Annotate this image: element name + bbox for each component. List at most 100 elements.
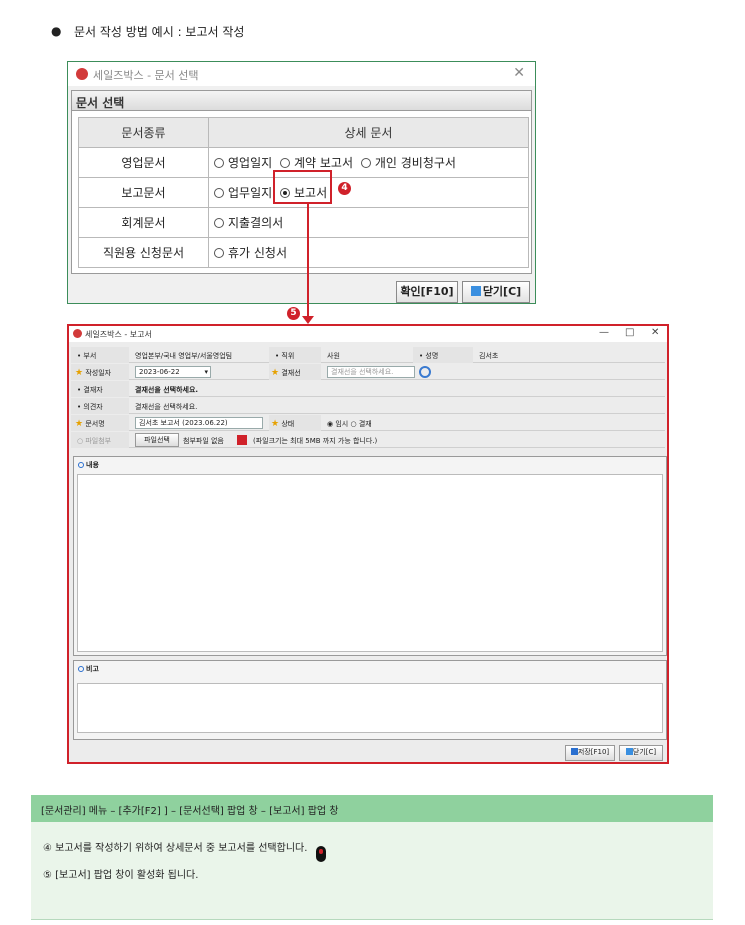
form-row-dept: • 부서 영업본부/국내 영업부/서울영업팀 • 직위 사원 • 성명 김서초: [71, 347, 665, 363]
arrow-down-icon: [302, 316, 314, 324]
star-icon: ★: [271, 419, 280, 429]
maximize-icon[interactable]: □: [625, 327, 634, 338]
confirm-button[interactable]: 확인[F10]: [396, 281, 458, 303]
position-label: • 직위: [275, 352, 295, 360]
save-button[interactable]: 저장[F10]: [565, 745, 615, 761]
step-badge-5: 5: [287, 307, 300, 320]
close-icon[interactable]: ✕: [513, 65, 525, 81]
star-icon: ★: [75, 419, 84, 429]
table-row: 직원용 신청문서 휴가 신청서: [78, 237, 529, 268]
status-temp-label[interactable]: 임시: [335, 420, 348, 428]
docname-label: ★ 문서명: [75, 419, 105, 429]
dialog-titlebar: 세일즈박스 - 보고서 — □ ✕: [69, 326, 667, 342]
radio-button[interactable]: [214, 218, 224, 228]
radio-button[interactable]: [214, 248, 224, 258]
star-icon: ★: [75, 368, 84, 378]
table-header-row: 문서종류 상세 문서: [78, 117, 529, 148]
approval-label: ★ 결재선: [271, 368, 301, 378]
delete-file-icon[interactable]: [237, 435, 247, 445]
note-line-4: ④ 보고서를 작성하기 위하여 상세문서 중 보고서를 선택합니다.: [43, 843, 308, 854]
column-header-detail: 상세 문서: [208, 117, 529, 148]
close-icon[interactable]: ✕: [651, 327, 659, 338]
category-cell: 영업문서: [78, 147, 209, 178]
dialog-titlebar: 세일즈박스 - 문서 선택 ✕: [68, 62, 535, 86]
reviewer-value: 결재선을 선택하세요.: [135, 403, 198, 411]
step-badge-4: 4: [338, 182, 351, 195]
radio-button-selected[interactable]: ◉: [327, 420, 333, 428]
bullet-icon: •: [77, 386, 82, 394]
close-button-label: 닫기[C]: [482, 285, 522, 298]
report-dialog: 세일즈박스 - 보고서 — □ ✕ • 부서 영업본부/국내 영업부/서울영업팀…: [67, 324, 669, 764]
radio-label[interactable]: 지출결의서: [228, 216, 283, 230]
content-label: 내용: [74, 457, 666, 471]
radio-button[interactable]: [214, 158, 224, 168]
radio-label[interactable]: 휴가 신청서: [228, 246, 287, 260]
note-body: ④ 보고서를 작성하기 위하여 상세문서 중 보고서를 선택합니다. ⑤ [보고…: [31, 822, 713, 920]
form-row-docname: ★ 문서명 김서초 보고서 (2023.06.22) ★ 상태 ◉ 임시 ○ 결…: [71, 415, 665, 431]
search-icon[interactable]: [419, 366, 431, 378]
approver-label: • 결재자: [77, 386, 103, 394]
radio-button[interactable]: ○: [350, 420, 356, 428]
name-value: 김서초: [479, 352, 499, 360]
options-cell: 휴가 신청서: [208, 237, 529, 268]
dialog-title: 세일즈박스 - 문서 선택: [93, 69, 199, 82]
bullet-icon: •: [419, 352, 424, 360]
mouse-click-icon: [316, 846, 326, 862]
note-line-5: ⑤ [보고서] 팝업 창이 활성화 됩니다.: [43, 870, 199, 881]
star-icon: ★: [271, 368, 280, 378]
dept-label: • 부서: [77, 352, 97, 360]
date-label: ★ 작성일자: [75, 368, 112, 378]
app-logo-icon: [76, 68, 88, 80]
close-door-icon: [625, 748, 633, 755]
approver-value: 결재선을 선택하세요.: [135, 386, 199, 394]
docname-input[interactable]: 김서초 보고서 (2023.06.22): [135, 417, 263, 429]
page-title: 문서 작성 방법 예시 : 보고서 작성: [74, 25, 245, 39]
minimize-icon[interactable]: —: [599, 327, 609, 338]
radio-label[interactable]: 개인 경비청구서: [375, 156, 456, 170]
options-cell: 업무일지 보고서: [208, 177, 529, 208]
name-label: • 성명: [419, 352, 439, 360]
radio-label[interactable]: 영업일지: [228, 156, 272, 170]
app-logo-icon: [73, 329, 82, 338]
status-approval-label[interactable]: 결재: [359, 420, 372, 428]
close-button[interactable]: 닫기[C]: [462, 281, 530, 303]
form-row-date: ★ 작성일자 2023-06-22 ▾ ★ 결재선 결재선을 선택하세요.: [71, 364, 665, 380]
status-label: ★ 상태: [271, 419, 295, 429]
radio-button[interactable]: [280, 158, 290, 168]
close-button[interactable]: 닫기[C]: [619, 745, 663, 761]
file-select-button[interactable]: 파일선택: [135, 433, 179, 447]
remark-panel: 비고: [73, 660, 667, 740]
form-row-approver: • 결재자 결재선을 선택하세요.: [71, 381, 665, 397]
approval-line-input[interactable]: 결재선을 선택하세요.: [327, 366, 415, 378]
note-header: [문서관리] 메뉴 – [추가[F2] ] – [문서선택] 팝업 창 – [보…: [31, 795, 713, 822]
bullet-icon: •: [275, 352, 280, 360]
radio-label[interactable]: 계약 보고서: [294, 156, 353, 170]
position-value: 사원: [327, 352, 340, 360]
attach-none-text: 첨부파일 없음: [183, 437, 224, 445]
category-cell: 직원용 신청문서: [78, 237, 209, 268]
dropdown-icon[interactable]: ▾: [204, 367, 208, 378]
close-door-icon: [470, 286, 481, 296]
content-panel: 내용: [73, 456, 667, 656]
status-options: ◉ 임시 ○ 결재: [327, 419, 372, 429]
selection-highlight-box: [273, 170, 332, 204]
remark-editor[interactable]: [77, 683, 663, 733]
options-cell: 지출결의서: [208, 207, 529, 238]
save-icon: [570, 748, 578, 755]
form-row-reviewer: • 의견자 결재선을 선택하세요.: [71, 398, 665, 414]
bullet-icon: ●: [51, 24, 62, 38]
attach-label: ○ 파일첨부: [77, 437, 112, 445]
section-header: 문서 선택: [72, 91, 531, 111]
table-row: 회계문서 지출결의서: [78, 207, 529, 238]
content-editor[interactable]: [77, 474, 663, 652]
radio-button[interactable]: [214, 188, 224, 198]
attach-note: (파일크기는 최대 5MB 까지 가능 합니다.): [253, 437, 378, 445]
circle-icon: [78, 666, 84, 672]
radio-label[interactable]: 업무일지: [228, 186, 272, 200]
bullet-icon: •: [77, 352, 82, 360]
category-cell: 회계문서: [78, 207, 209, 238]
bullet-icon: •: [77, 403, 82, 411]
date-input[interactable]: 2023-06-22 ▾: [135, 366, 211, 378]
radio-button[interactable]: [360, 158, 371, 168]
category-cell: 보고문서: [78, 177, 209, 208]
